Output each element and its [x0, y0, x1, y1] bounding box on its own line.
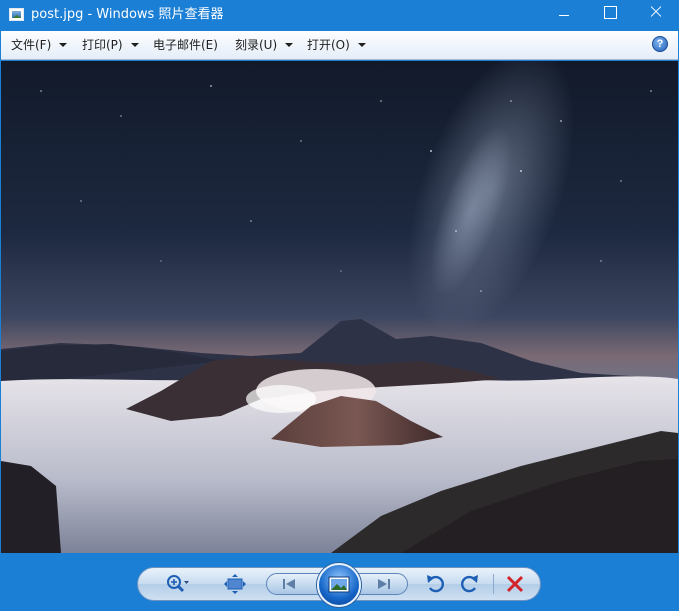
delete-icon[interactable]: [503, 573, 527, 595]
zoom-icon[interactable]: [165, 573, 189, 595]
slideshow-button[interactable]: [317, 563, 361, 607]
menu-open-label: 打开(O): [307, 38, 350, 52]
previous-icon[interactable]: [275, 576, 303, 592]
menu-bar: 文件(F) 打印(P) 电子邮件(E) 刻录(U) 打开(O) ?: [1, 31, 678, 60]
menu-email[interactable]: 电子邮件(E): [153, 31, 218, 59]
slideshow-icon: [328, 576, 350, 593]
menu-file-label: 文件(F): [11, 38, 52, 52]
menu-open[interactable]: 打开(O): [307, 31, 366, 59]
title-bar[interactable]: post.jpg - Windows 照片查看器: [0, 0, 679, 31]
menu-print[interactable]: 打印(P): [82, 31, 139, 59]
bottom-toolbar: [0, 553, 679, 611]
minimize-button[interactable]: [541, 0, 587, 30]
toolbar-separator: [493, 574, 494, 594]
menu-file[interactable]: 文件(F): [11, 31, 68, 59]
window-title: post.jpg - Windows 照片查看器: [31, 7, 224, 22]
photo-viewer-window: post.jpg - Windows 照片查看器 文件(F) 打印(P) 电子邮…: [0, 0, 679, 611]
menu-print-label: 打印(P): [82, 38, 123, 52]
maximize-button[interactable]: [587, 0, 633, 30]
help-icon[interactable]: ?: [652, 36, 668, 52]
fit-to-window-icon[interactable]: [223, 573, 247, 595]
chevron-down-icon: [59, 43, 68, 47]
rotate-clockwise-icon[interactable]: [457, 573, 481, 595]
next-icon[interactable]: [370, 576, 398, 592]
photo-image: [1, 61, 678, 553]
chevron-down-icon: [285, 43, 294, 47]
chevron-down-icon: [130, 43, 139, 47]
menu-email-label: 电子邮件(E): [153, 38, 218, 52]
photo-display[interactable]: [1, 61, 678, 553]
menu-burn-label: 刻录(U): [235, 38, 278, 52]
rotate-counterclockwise-icon[interactable]: [424, 573, 448, 595]
chevron-down-icon: [357, 43, 366, 47]
app-icon: [9, 8, 24, 21]
menu-burn[interactable]: 刻录(U): [235, 31, 294, 59]
close-button[interactable]: [633, 0, 679, 30]
